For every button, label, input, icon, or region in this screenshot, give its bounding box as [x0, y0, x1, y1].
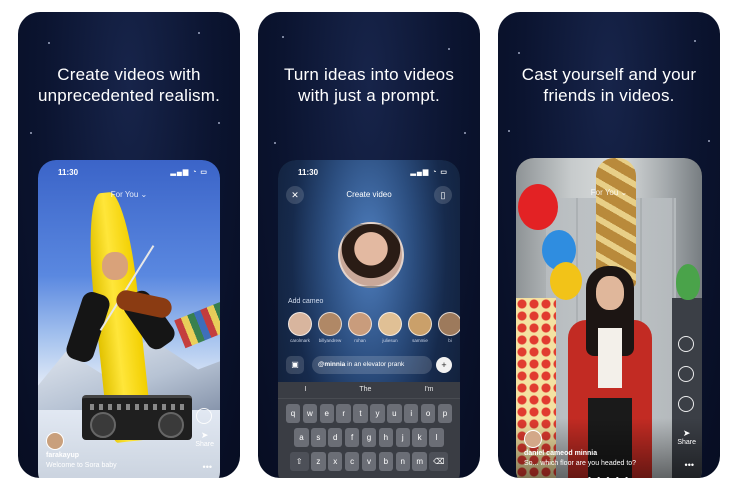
status-bar: 11:30 ▂▄▆ ◔ ▭ [58, 168, 208, 177]
chevron-down-icon: ⌄ [620, 188, 628, 197]
submit-button[interactable]: + [436, 357, 452, 373]
avatar[interactable] [46, 432, 64, 450]
key[interactable]: e [319, 404, 335, 423]
plus-icon: + [441, 360, 447, 370]
headline: Create videos with unprecedented realism… [37, 65, 221, 105]
add-cameo-label: Add cameo [288, 298, 324, 305]
key[interactable]: z [311, 452, 326, 471]
person-face [596, 276, 624, 310]
keyboard-suggestions: I The I'm [278, 382, 460, 399]
performer-face [102, 252, 128, 280]
key[interactable]: f [344, 428, 360, 447]
drafts-icon: ▯ [440, 190, 446, 200]
status-bar: 11:30 ▂▄▆ ◔ ▭ [298, 168, 448, 177]
key[interactable]: b [378, 452, 394, 471]
yellow-balloon [550, 262, 582, 300]
drafts-button[interactable]: ▯ [434, 186, 452, 204]
shift-key[interactable]: ⇧ [289, 452, 309, 471]
keyboard: I The I'm q w e r t y u i o p a s d f g … [278, 382, 460, 478]
key[interactable]: c [344, 452, 360, 471]
backspace-key[interactable]: ⌫ [429, 452, 449, 471]
key[interactable]: g [361, 428, 377, 447]
media-button[interactable]: ▣ [286, 356, 304, 374]
suggestion[interactable]: I'm [424, 382, 433, 398]
cameo-item[interactable]: carolmark [286, 312, 314, 343]
video-caption: So... which floor are you headed to? [524, 460, 637, 467]
prompt-text: in an elevator prank [345, 361, 405, 368]
cameo-item[interactable]: rohan [346, 312, 374, 343]
feed-tab-selector[interactable]: For You ⌄ [38, 190, 220, 199]
cameo-item[interactable]: sammie [406, 312, 434, 343]
share-button[interactable]: ➤ Share [677, 428, 696, 446]
share-icon: ➤ [682, 428, 691, 438]
dj-deck [82, 395, 192, 440]
chevron-down-icon: ⌄ [140, 190, 148, 199]
feed-tab-selector[interactable]: For You ⌄ [516, 188, 702, 197]
headline: Cast yourself and your friends in videos… [521, 65, 697, 105]
key[interactable]: o [420, 404, 436, 423]
key[interactable]: h [378, 428, 394, 447]
key[interactable]: d [327, 428, 343, 447]
remix-icon[interactable] [196, 408, 212, 424]
share-button[interactable]: ➤ Share [195, 430, 214, 448]
more-icon[interactable]: ••• [203, 462, 212, 472]
remix-icon[interactable] [678, 396, 694, 412]
key[interactable]: p [437, 404, 453, 423]
prompt-mention: @minnia [318, 361, 346, 368]
avatar[interactable] [524, 430, 542, 448]
key[interactable]: a [294, 428, 309, 447]
username[interactable]: farakayup [46, 452, 79, 459]
key[interactable]: t [353, 404, 368, 423]
phone-screen: 11:30 ▂▄▆ ◔ ▭ For You ⌄ ➤ Share farakayu… [38, 160, 220, 478]
selected-cameo-avatar[interactable] [338, 222, 404, 288]
suggestion[interactable]: The [359, 382, 371, 398]
alien-figure [676, 264, 700, 300]
comment-icon[interactable] [678, 366, 694, 382]
card-realism: Create videos with unprecedented realism… [18, 12, 240, 478]
suggestion[interactable]: I [304, 382, 306, 398]
key[interactable]: n [395, 452, 411, 471]
key[interactable]: k [412, 428, 427, 447]
video-caption: Welcome to Sora baby [46, 462, 117, 469]
page-indicator: ● ● ● ● ● [516, 476, 702, 478]
phone-screen: 11:30 ▂▄▆ ◔ ▭ ✕ Create video ▯ Add cameo… [278, 160, 460, 478]
cameo-list: carolmark billyandrew rohan juliesun sam… [286, 312, 460, 352]
key[interactable]: s [311, 428, 326, 447]
key[interactable]: q [285, 404, 301, 423]
key[interactable]: r [336, 404, 351, 423]
key[interactable]: u [387, 404, 402, 423]
key[interactable]: i [403, 404, 419, 423]
phone-screen: For You ⌄ ➤ Share daniel cameod minnia S… [516, 158, 702, 478]
screen-title: Create video [346, 190, 392, 199]
cameo-item[interactable]: billyandrew [316, 312, 344, 343]
key[interactable]: l [429, 428, 444, 447]
key[interactable]: v [361, 452, 377, 471]
key[interactable]: w [302, 404, 318, 423]
card-cast: Cast yourself and your friends in videos… [498, 12, 720, 478]
key[interactable]: y [370, 404, 385, 423]
cameo-item[interactable]: juliesun [376, 312, 404, 343]
like-icon[interactable] [678, 336, 694, 352]
image-icon: ▣ [291, 360, 299, 369]
key[interactable]: x [327, 452, 343, 471]
headline: Turn ideas into videos with just a promp… [283, 65, 455, 105]
share-icon: ➤ [200, 430, 209, 440]
card-prompt: Turn ideas into videos with just a promp… [258, 12, 480, 478]
key[interactable]: j [395, 428, 411, 447]
key[interactable]: m [412, 452, 427, 471]
cameo-item[interactable]: bi [436, 312, 460, 343]
prompt-input[interactable]: @minnia in an elevator prank [312, 356, 432, 374]
more-icon[interactable]: ••• [685, 460, 694, 470]
username[interactable]: daniel cameod minnia [524, 450, 597, 457]
